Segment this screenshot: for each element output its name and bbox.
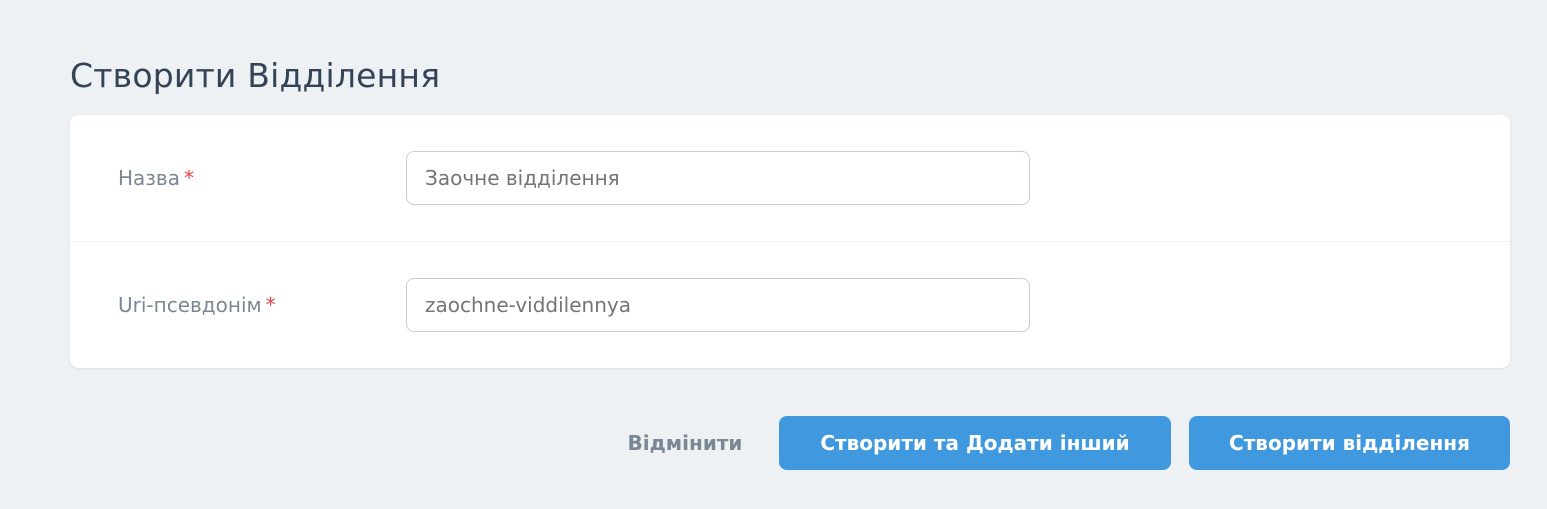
- name-input[interactable]: [406, 151, 1030, 205]
- page-title: Створити Відділення: [70, 56, 441, 95]
- form-card: Назва* Uri-псевдонім*: [70, 115, 1510, 368]
- field-row-uri-alias: Uri-псевдонім *: [70, 242, 1510, 368]
- uri-alias-input[interactable]: [406, 278, 1030, 332]
- uri-alias-label: Uri-псевдонім *: [118, 242, 276, 368]
- uri-alias-label-text: Uri-псевдонім: [118, 293, 262, 317]
- cancel-button[interactable]: Відмінити: [610, 416, 760, 470]
- name-label: Назва *: [118, 115, 194, 241]
- name-label-text: Назва: [118, 166, 180, 190]
- create-and-add-another-button[interactable]: Створити та Додати інший: [779, 416, 1171, 470]
- required-mark: *: [183, 166, 194, 190]
- create-department-button[interactable]: Створити відділення: [1189, 416, 1510, 470]
- field-row-name: Назва *: [70, 115, 1510, 242]
- required-mark: *: [265, 293, 276, 317]
